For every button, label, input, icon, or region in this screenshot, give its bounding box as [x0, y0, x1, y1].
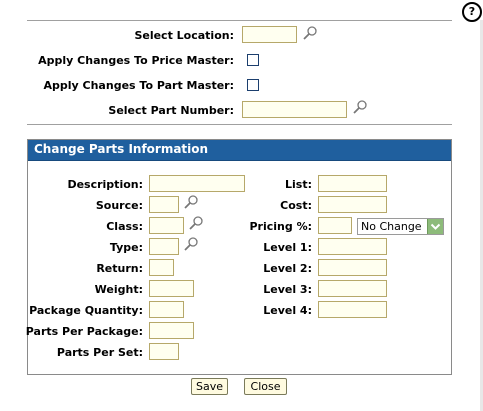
- top-divider: [27, 20, 452, 21]
- weight-input[interactable]: [149, 280, 194, 297]
- magnifier-icon[interactable]: [188, 215, 204, 231]
- pricing-change-select[interactable]: No Change: [357, 218, 444, 235]
- pricing-percent-input[interactable]: [318, 217, 352, 234]
- type-input[interactable]: [149, 238, 179, 255]
- level-3-label: Level 3:: [263, 283, 312, 296]
- level-1-input[interactable]: [318, 238, 387, 255]
- list-label: List:: [285, 178, 312, 191]
- apply-part-master-checkbox[interactable]: [247, 79, 259, 91]
- package-quantity-label: Package Quantity:: [29, 304, 143, 317]
- cost-label: Cost:: [280, 199, 312, 212]
- magnifier-icon[interactable]: [183, 236, 199, 252]
- panel-title: Change Parts Information: [34, 142, 209, 156]
- save-button[interactable]: Save: [191, 378, 228, 395]
- level-3-input[interactable]: [318, 280, 387, 297]
- type-label: Type:: [109, 241, 143, 254]
- select-location-input[interactable]: [242, 26, 297, 43]
- apply-price-master-checkbox[interactable]: [247, 54, 259, 66]
- description-label: Description:: [67, 178, 143, 191]
- parts-per-package-input[interactable]: [149, 322, 194, 339]
- level-4-label: Level 4:: [263, 304, 312, 317]
- weight-label: Weight:: [94, 283, 143, 296]
- section-divider: [27, 124, 452, 125]
- parts-per-set-label: Parts Per Set:: [56, 346, 143, 359]
- change-parts-panel: Change Parts Information Description: So…: [25, 139, 452, 375]
- pricing-percent-label: Pricing %:: [249, 220, 312, 233]
- select-location-label: Select Location:: [134, 29, 234, 42]
- cost-input[interactable]: [318, 196, 387, 213]
- return-label: Return:: [96, 262, 143, 275]
- parts-per-set-input[interactable]: [149, 343, 179, 360]
- close-button[interactable]: Close: [244, 378, 287, 395]
- level-4-input[interactable]: [318, 301, 387, 318]
- list-input[interactable]: [318, 175, 387, 192]
- pricing-change-selected: No Change: [361, 220, 422, 233]
- level-2-input[interactable]: [318, 259, 387, 276]
- magnifier-icon[interactable]: [302, 25, 318, 41]
- apply-price-master-label: Apply Changes To Price Master:: [38, 54, 234, 67]
- select-part-number-input[interactable]: [242, 101, 347, 118]
- select-part-number-label: Select Part Number:: [108, 104, 234, 117]
- package-quantity-input[interactable]: [149, 301, 184, 318]
- parts-per-package-label: Parts Per Package:: [25, 325, 143, 338]
- level-1-label: Level 1:: [263, 241, 312, 254]
- source-input[interactable]: [149, 196, 179, 213]
- source-label: Source:: [95, 199, 143, 212]
- panel-header: Change Parts Information: [28, 140, 451, 161]
- level-2-label: Level 2:: [263, 262, 312, 275]
- help-icon[interactable]: ?: [462, 2, 482, 22]
- class-input[interactable]: [149, 217, 184, 234]
- chevron-down-icon[interactable]: [427, 219, 443, 234]
- magnifier-icon[interactable]: [183, 194, 199, 210]
- class-label: Class:: [106, 220, 143, 233]
- magnifier-icon[interactable]: [352, 99, 368, 115]
- description-input[interactable]: [149, 175, 245, 192]
- return-input[interactable]: [149, 259, 174, 276]
- apply-part-master-label: Apply Changes To Part Master:: [43, 79, 235, 92]
